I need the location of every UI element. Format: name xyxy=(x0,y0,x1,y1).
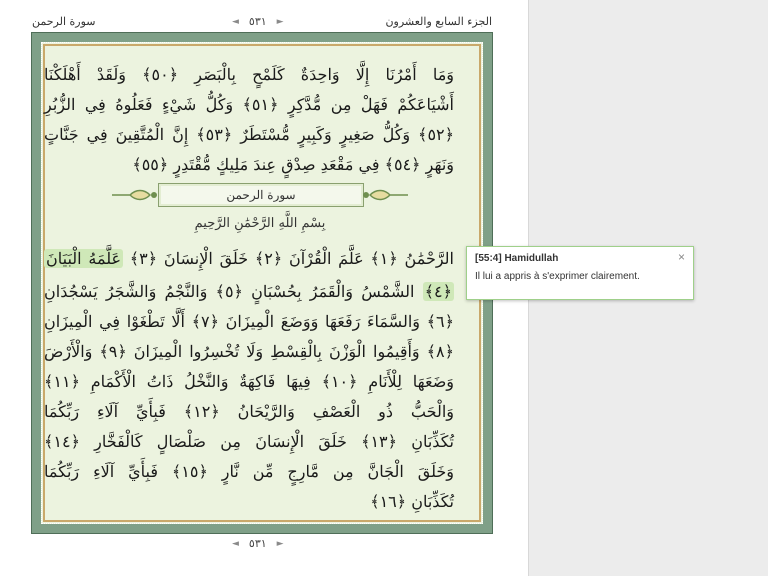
next-page-arrow-icon[interactable]: ► xyxy=(277,539,284,549)
highlighted-verse-4[interactable]: عَلَّمَهُ الْبَيَانَ xyxy=(44,249,124,268)
prev-page-arrow-icon[interactable]: ◄ xyxy=(232,539,239,549)
verse-text[interactable]: الرَّحْمَٰنُ ﴿١﴾ عَلَّمَ الْقُرْآنَ ﴿٢﴾ … xyxy=(130,249,454,268)
verse-line[interactable]: وَضَعَهَا لِلْأَنَامِ ﴿١٠﴾ فِيهَا فَاكِه… xyxy=(44,367,454,397)
next-page-arrow-icon[interactable]: ► xyxy=(277,17,284,27)
verse-line[interactable]: ﴿٨﴾ وَأَقِيمُوا الْوَزْنَ بِالْقِسْطِ وَ… xyxy=(44,337,454,367)
highlighted-verse-4-marker[interactable]: ﴿٤﴾ xyxy=(422,282,455,301)
verse-line[interactable]: ﴿٤﴾ الشَّمْسُ وَالْقَمَرُ بِحُسْبَانٍ ﴿٥… xyxy=(44,277,455,307)
close-icon[interactable]: × xyxy=(678,250,685,264)
verse-line[interactable]: وَخَلَقَ الْجَانَّ مِن مَّارِجٍ مِّن نَّ… xyxy=(44,457,454,487)
ornament-left-icon xyxy=(112,189,157,201)
prev-page-arrow-icon[interactable]: ◄ xyxy=(232,17,239,27)
verse-line[interactable]: ﴿٦﴾ وَالسَّمَاءَ رَفَعَهَا وَوَضَعَ الْم… xyxy=(44,307,454,337)
verse-line[interactable]: ﴿٥٢﴾ وَكُلُّ صَغِيرٍ وَكَبِيرٍ مُّسْتَطَ… xyxy=(44,120,454,150)
verse-line[interactable]: وَنَهَرٍ ﴿٥٤﴾ فِي مَقْعَدِ صِدْقٍ عِندَ … xyxy=(44,150,454,180)
verse-line[interactable]: الرَّحْمَٰنُ ﴿١﴾ عَلَّمَ الْقُرْآنَ ﴿٢﴾ … xyxy=(44,244,454,274)
verse-line[interactable]: وَالْحَبُّ ذُو الْعَصْفِ وَالرَّيْحَانُ … xyxy=(44,397,454,427)
juz-header-label: الجزء السابع والعشرون xyxy=(385,15,492,28)
pager-bottom: ◄ ٥٣١ ► xyxy=(232,537,284,550)
verse-line[interactable]: تُكَذِّبَانِ ﴿١٣﴾ خَلَقَ الْإِنسَانَ مِن… xyxy=(44,427,454,457)
surah-header-label: سورة الرحمن xyxy=(32,15,96,28)
verse-text[interactable]: الشَّمْسُ وَالْقَمَرُ بِحُسْبَانٍ ﴿٥﴾ وَ… xyxy=(44,282,414,301)
page-number: ٥٣١ xyxy=(248,537,267,550)
verse-line[interactable]: أَشْيَاعَكُمْ فَهَلْ مِن مُّدَّكِرٍ ﴿٥١﴾… xyxy=(44,90,454,120)
basmala: بِسْمِ اللَّهِ الرَّحْمَٰنِ الرَّحِيمِ xyxy=(194,216,326,231)
surah-title-banner: سورة الرحمن xyxy=(110,180,410,210)
translation-tooltip: [55:4] Hamidullah × Il lui a appris à s'… xyxy=(466,246,694,300)
page-number: ٥٣١ xyxy=(248,15,267,28)
verse-line[interactable]: وَمَا أَمْرُنَا إِلَّا وَاحِدَةٌ كَلَمْح… xyxy=(44,60,454,90)
tooltip-translation-text: Il lui a appris à s'exprimer clairement. xyxy=(475,271,640,282)
surah-title: سورة الرحمن xyxy=(158,183,364,207)
pager-top: ◄ ٥٣١ ► xyxy=(232,15,284,28)
verse-line[interactable]: تُكَذِّبَانِ ﴿١٦﴾ xyxy=(44,487,454,517)
ornament-right-icon xyxy=(363,189,408,201)
tooltip-title: [55:4] Hamidullah xyxy=(475,253,559,264)
